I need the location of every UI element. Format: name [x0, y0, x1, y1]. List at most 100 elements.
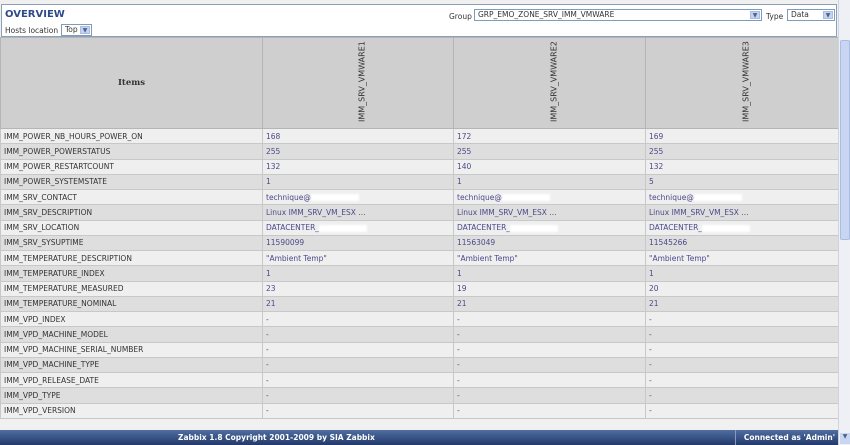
item-value[interactable]: -	[453, 326, 646, 343]
value-text: -	[649, 329, 652, 339]
item-value[interactable]: -	[262, 341, 454, 358]
item-value[interactable]: 168	[262, 127, 454, 145]
item-value[interactable]: Linux IMM_SRV_VM_ESX ...	[262, 204, 454, 221]
item-value[interactable]: 255	[645, 143, 839, 160]
redacted-mask	[319, 224, 368, 232]
item-value[interactable]: DATACENTER_	[453, 219, 646, 236]
hosts-location-select[interactable]: Top ▼	[61, 24, 92, 36]
item-value[interactable]: technique@	[262, 188, 454, 206]
item-value[interactable]: 1	[262, 173, 454, 191]
host-column-header[interactable]: IMM_SRV_VMWARE1	[262, 37, 454, 129]
item-value[interactable]: 1	[262, 265, 454, 282]
value-text: 1	[266, 268, 271, 278]
item-value[interactable]: -	[645, 402, 839, 419]
item-value[interactable]: 1	[453, 265, 646, 282]
item-value[interactable]: technique@	[453, 188, 646, 206]
item-value[interactable]: -	[453, 310, 646, 328]
table-row: IMM_VPD_MACHINE_MODEL - - -	[0, 326, 839, 343]
item-value[interactable]: technique@	[645, 188, 839, 206]
value-text: 11545266	[649, 238, 688, 248]
item-value[interactable]: -	[262, 371, 454, 389]
item-value[interactable]: 255	[262, 143, 454, 160]
item-value[interactable]: -	[645, 387, 839, 404]
item-value[interactable]: 20	[645, 280, 839, 297]
table-row: IMM_TEMPERATURE_DESCRIPTION "Ambient Temp…	[0, 249, 839, 267]
item-value[interactable]: -	[262, 356, 454, 374]
item-value[interactable]: "Ambient Temp"	[645, 249, 839, 267]
item-value[interactable]: -	[453, 387, 646, 404]
table-row: IMM_POWER_POWERSTATUS 255 255 255	[0, 143, 839, 160]
item-value[interactable]: DATACENTER_	[645, 219, 839, 236]
item-value[interactable]: -	[262, 326, 454, 343]
item-value[interactable]: 132	[645, 158, 839, 175]
item-value[interactable]: -	[453, 356, 646, 374]
item-value[interactable]: 169	[645, 127, 839, 145]
item-value[interactable]: 11545266	[645, 234, 839, 252]
value-text: -	[649, 406, 652, 416]
value-text: -	[266, 329, 269, 339]
item-value[interactable]: 1	[453, 173, 646, 191]
item-name: IMM_VPD_TYPE	[0, 387, 263, 404]
item-value[interactable]: -	[645, 371, 839, 389]
value-text: DATACENTER_	[649, 223, 703, 233]
group-select[interactable]: GRP_EMO_ZONE_SRV_IMM_VMWARE ▼	[474, 9, 762, 21]
redacted-mask	[693, 194, 742, 202]
value-text: -	[457, 314, 460, 324]
item-value[interactable]: -	[262, 310, 454, 328]
scrollbar-thumb[interactable]	[840, 40, 850, 240]
table-row: IMM_VPD_MACHINE_SERIAL_NUMBER - - -	[0, 341, 839, 358]
connected-as: Connected as 'Admin'	[734, 430, 835, 445]
vertical-scrollbar[interactable]: ▼	[838, 0, 850, 445]
value-text: -	[649, 375, 652, 385]
item-value[interactable]: "Ambient Temp"	[262, 249, 454, 267]
item-value[interactable]: 23	[262, 280, 454, 297]
type-select[interactable]: Data ▼	[787, 9, 835, 21]
host-column-header[interactable]: IMM_SRV_VMWARE3	[645, 37, 839, 129]
item-value[interactable]: "Ambient Temp"	[453, 249, 646, 267]
item-value[interactable]: 21	[645, 295, 839, 313]
item-value[interactable]: -	[645, 310, 839, 328]
value-text: 172	[457, 131, 472, 141]
item-value[interactable]: 5	[645, 173, 839, 191]
item-value[interactable]: 11590099	[262, 234, 454, 252]
value-text: -	[649, 345, 652, 355]
item-value[interactable]: 19	[453, 280, 646, 297]
item-name: IMM_TEMPERATURE_NOMINAL	[0, 295, 263, 313]
item-value[interactable]: -	[453, 402, 646, 419]
item-value[interactable]: 255	[453, 143, 646, 160]
value-text: -	[266, 345, 269, 355]
item-value[interactable]: DATACENTER_	[262, 219, 454, 236]
host-column-header[interactable]: IMM_SRV_VMWARE2	[453, 37, 646, 129]
item-value[interactable]: 132	[262, 158, 454, 175]
scroll-down-arrow-icon[interactable]: ▼	[840, 433, 850, 444]
value-text: -	[266, 360, 269, 370]
item-value[interactable]: -	[453, 341, 646, 358]
value-text: 132	[649, 162, 664, 172]
value-text: Linux IMM_SRV_VM_ESX ...	[649, 207, 749, 217]
redacted-mask	[310, 194, 359, 202]
item-value[interactable]: 1	[645, 265, 839, 282]
item-value[interactable]: 21	[262, 295, 454, 313]
host-name: IMM_SRV_VMWARE2	[549, 41, 558, 122]
item-value[interactable]: 21	[453, 295, 646, 313]
item-value[interactable]: Linux IMM_SRV_VM_ESX ...	[645, 204, 839, 221]
item-value[interactable]: 140	[453, 158, 646, 175]
item-value[interactable]: 11563049	[453, 234, 646, 252]
value-text: -	[266, 314, 269, 324]
item-name: IMM_SRV_SYSUPTIME	[0, 234, 263, 252]
item-value[interactable]: -	[453, 371, 646, 389]
item-value[interactable]: Linux IMM_SRV_VM_ESX ...	[453, 204, 646, 221]
value-text: 11563049	[457, 238, 496, 248]
value-text: -	[457, 406, 460, 416]
item-value[interactable]: -	[645, 326, 839, 343]
value-text: 255	[649, 146, 664, 156]
item-name: IMM_SRV_DESCRIPTION	[0, 204, 263, 221]
item-value[interactable]: -	[262, 387, 454, 404]
item-value[interactable]: -	[262, 402, 454, 419]
value-text: 1	[457, 268, 462, 278]
group-value: GRP_EMO_ZONE_SRV_IMM_VMWARE	[478, 10, 615, 19]
item-name: IMM_TEMPERATURE_MEASURED	[0, 280, 263, 297]
item-value[interactable]: -	[645, 341, 839, 358]
item-value[interactable]: -	[645, 356, 839, 374]
item-value[interactable]: 172	[453, 127, 646, 145]
